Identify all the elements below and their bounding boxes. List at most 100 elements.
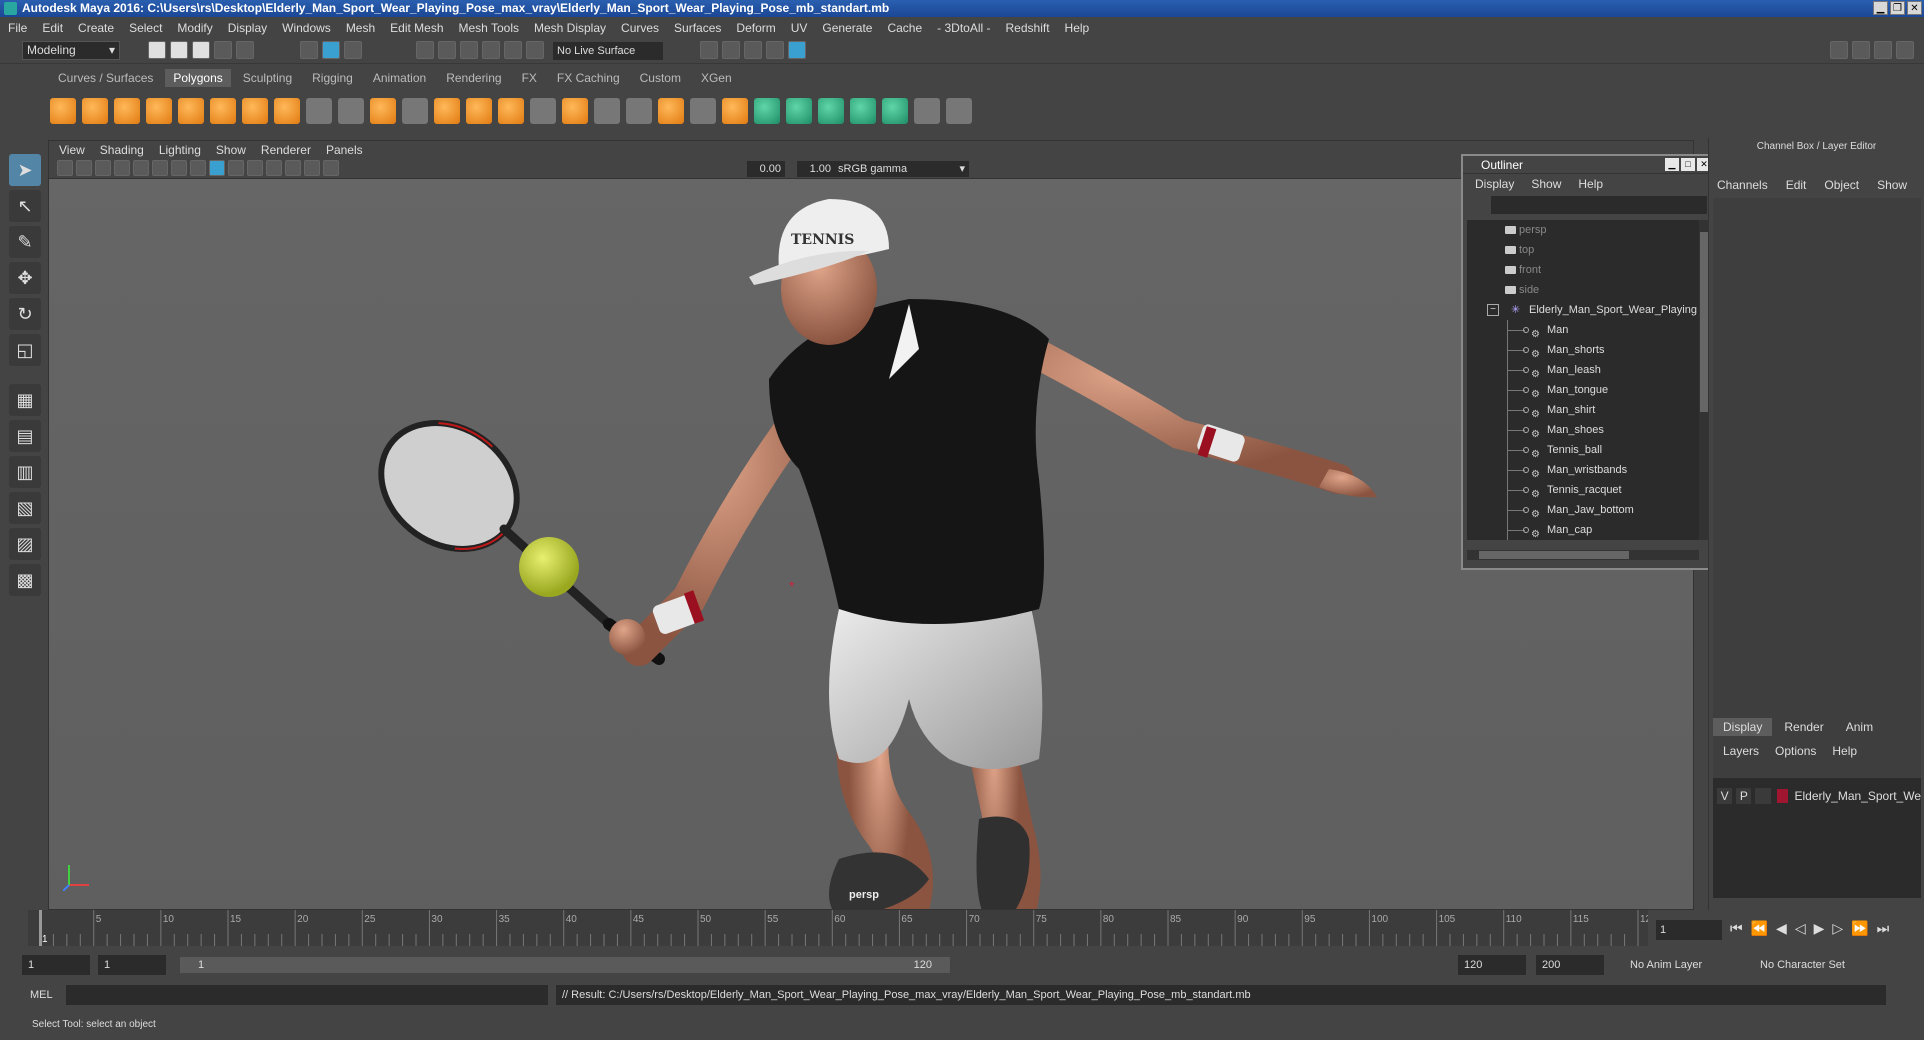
script-language-toggle[interactable]: MEL [30, 986, 53, 1004]
tennis-player-model[interactable]: TENNIS * [49, 179, 1694, 909]
bridge-icon[interactable] [498, 98, 524, 124]
menu-redshift[interactable]: Redshift [1006, 21, 1050, 35]
tool-settings-icon[interactable] [1874, 41, 1892, 59]
layer-color-swatch[interactable] [1776, 789, 1789, 803]
animation-start-field[interactable]: 1 [22, 955, 90, 975]
time-slider[interactable]: 5 10 15 20 25 30 35 40 45 50 55 60 65 70 75 80 85 90 95 100… [28, 910, 1648, 946]
character-set-dropdown[interactable]: No Character Set [1760, 955, 1845, 975]
command-input[interactable] [66, 985, 548, 1005]
paint-select-icon[interactable]: ✎ [9, 226, 41, 258]
viewport-menu-renderer[interactable]: Renderer [261, 143, 311, 157]
outliner-item-man-leash[interactable]: ⚙ Man_leash [1467, 360, 1699, 380]
poly-pipe-icon[interactable] [274, 98, 300, 124]
menu-windows[interactable]: Windows [282, 21, 331, 35]
shelf-tab-custom[interactable]: Custom [632, 69, 689, 87]
persp-graph-icon[interactable]: ▧ [9, 492, 41, 524]
redo-icon[interactable] [236, 41, 254, 59]
tennis-racquet[interactable] [357, 397, 665, 665]
colorspace-dropdown[interactable]: sRGB gamma [834, 161, 969, 177]
shelf-tab-xgen[interactable]: XGen [693, 69, 740, 87]
snap-view-icon[interactable] [482, 41, 500, 59]
menu-curves[interactable]: Curves [621, 21, 659, 35]
uv-layout-icon[interactable] [946, 98, 972, 124]
layer-playback-toggle[interactable]: P [1736, 788, 1752, 804]
menu-modify[interactable]: Modify [177, 21, 212, 35]
insert-edge-loop-icon[interactable] [690, 98, 716, 124]
minimize-button[interactable]: ▁ [1873, 1, 1888, 15]
outliner-item-tennis-ball[interactable]: ⚙ Tennis_ball [1467, 440, 1699, 460]
shelf-tab-rendering[interactable]: Rendering [438, 69, 509, 87]
poly-plane-icon[interactable] [178, 98, 204, 124]
image-plane-icon[interactable] [114, 160, 130, 176]
channel-menu-channels[interactable]: Channels [1717, 178, 1768, 192]
snap-curve-icon[interactable] [438, 41, 456, 59]
menu-mesh-display[interactable]: Mesh Display [534, 21, 606, 35]
lasso-tool-icon[interactable]: ↖ [9, 190, 41, 222]
outliner-item-man-tongue[interactable]: ⚙ Man_tongue [1467, 380, 1699, 400]
menu-uv[interactable]: UV [791, 21, 808, 35]
outliner-item-man-wristbands[interactable]: ⚙ Man_wristbands [1467, 460, 1699, 480]
outliner-camera-side[interactable]: side [1467, 280, 1699, 300]
layer-menu-options[interactable]: Options [1775, 744, 1816, 758]
layer-menu-help[interactable]: Help [1832, 744, 1857, 758]
camera-attr-icon[interactable] [76, 160, 92, 176]
target-weld-icon[interactable] [626, 98, 652, 124]
outliner-item-man-cap[interactable]: ⚙ Man_cap [1467, 520, 1699, 540]
layer-display-type[interactable] [1755, 788, 1771, 804]
bookmark-icon[interactable] [95, 160, 111, 176]
channel-menu-show[interactable]: Show [1877, 178, 1907, 192]
outliner-camera-persp[interactable]: persp [1467, 220, 1699, 240]
persp-outliner-icon[interactable]: ▥ [9, 456, 41, 488]
single-view-icon[interactable]: ▦ [9, 384, 41, 416]
outliner-item-man-shirt[interactable]: ⚙ Man_shirt [1467, 400, 1699, 420]
menu-edit-mesh[interactable]: Edit Mesh [390, 21, 443, 35]
outliner-menu-show[interactable]: Show [1531, 177, 1561, 191]
menu-mesh[interactable]: Mesh [346, 21, 375, 35]
outliner-item-man-shoes[interactable]: ⚙ Man_shoes [1467, 420, 1699, 440]
viewport-menu-show[interactable]: Show [216, 143, 246, 157]
uv-automatic-icon[interactable] [850, 98, 876, 124]
playback-start-field[interactable]: 1 [98, 955, 166, 975]
menu-deform[interactable]: Deform [736, 21, 775, 35]
render-settings-icon[interactable] [766, 41, 784, 59]
outliner-group-row[interactable]: − ✳ Elderly_Man_Sport_Wear_Playing [1467, 300, 1699, 320]
poly-cube-icon[interactable] [82, 98, 108, 124]
poly-sphere-icon[interactable] [50, 98, 76, 124]
quick-layout-icon[interactable]: ▩ [9, 564, 41, 596]
select-object-icon[interactable] [322, 41, 340, 59]
tennis-ball[interactable] [519, 537, 579, 597]
save-scene-icon[interactable] [192, 41, 210, 59]
step-back-key-icon[interactable]: ⏪ [1751, 920, 1768, 937]
layer-tab-display[interactable]: Display [1713, 718, 1773, 736]
outliner-menu-display[interactable]: Display [1475, 177, 1514, 191]
move-tool-icon[interactable]: ✥ [9, 262, 41, 294]
outliner-horizontal-scrollbar[interactable] [1467, 550, 1699, 560]
menu-file[interactable]: File [8, 21, 27, 35]
shorts[interactable] [829, 599, 1043, 769]
attribute-editor-icon[interactable] [1852, 41, 1870, 59]
gamma-field[interactable]: 1.00 [797, 161, 835, 177]
mode-selector[interactable]: Modeling [22, 41, 120, 60]
scale-tool-icon[interactable]: ◱ [9, 334, 41, 366]
hypershade-icon[interactable] [788, 41, 806, 59]
menu-3dtoall[interactable]: - 3DtoAll - [937, 21, 990, 35]
grid-toggle-icon[interactable] [133, 160, 149, 176]
uv-editor-icon[interactable] [914, 98, 940, 124]
go-to-end-icon[interactable]: ⏭ [1877, 920, 1890, 937]
go-to-start-icon[interactable]: ⏮ [1730, 920, 1743, 937]
layer-tab-anim[interactable]: Anim [1836, 718, 1883, 736]
shelf-tab-animation[interactable]: Animation [365, 69, 434, 87]
magnet-icon[interactable] [526, 41, 544, 59]
collapse-icon[interactable]: − [1487, 304, 1499, 316]
restore-button[interactable]: ❐ [1890, 1, 1905, 15]
select-hierarchy-icon[interactable] [300, 41, 318, 59]
menu-select[interactable]: Select [129, 21, 162, 35]
select-tool-icon[interactable]: ➤ [9, 154, 41, 186]
shelf-tab-polygons[interactable]: Polygons [165, 69, 231, 87]
boolean-icon[interactable] [402, 98, 428, 124]
layout-icon[interactable]: ▨ [9, 528, 41, 560]
persp-viewport[interactable]: View Shading Lighting Show Renderer Panels 0.… [48, 140, 1694, 910]
viewport-menu-lighting[interactable]: Lighting [159, 143, 201, 157]
outliner-item-tennis-racquet[interactable]: ⚙ Tennis_racquet [1467, 480, 1699, 500]
textured-icon[interactable] [228, 160, 244, 176]
